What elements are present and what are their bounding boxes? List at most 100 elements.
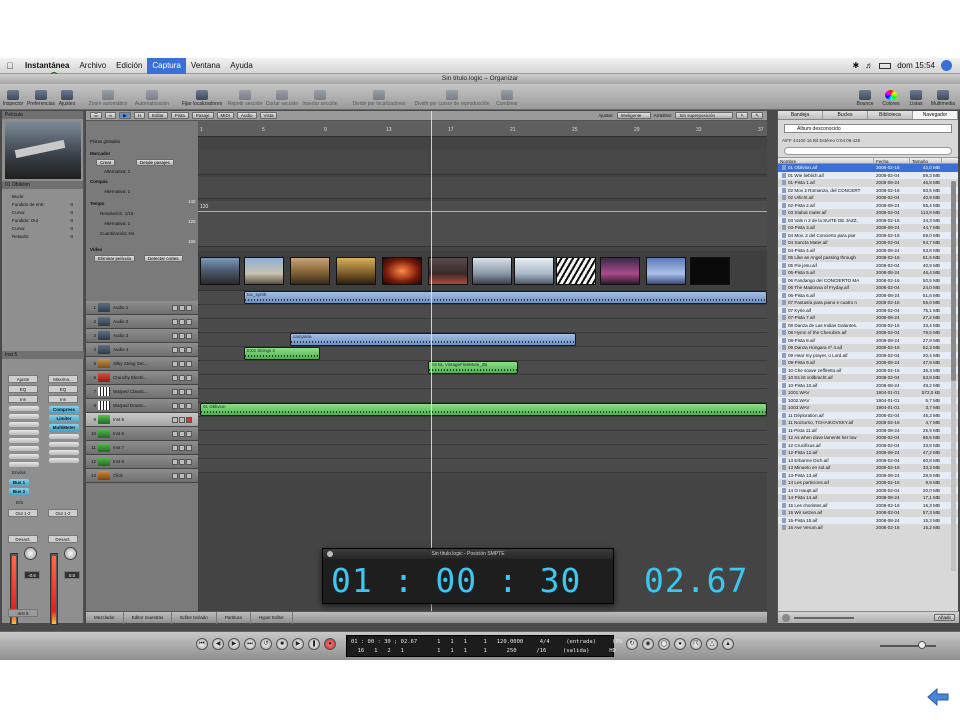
tab-mixer[interactable]: Mezclador (86, 611, 124, 624)
column-size[interactable]: Tamaño (910, 158, 942, 164)
file-row[interactable]: 09-Pista 9.aif 2008-08-24 47,9 MB (778, 359, 958, 367)
spotlight-icon[interactable] (941, 60, 952, 71)
left-strip-eq[interactable]: EQ (8, 385, 38, 393)
menu-vista[interactable]: Vista (259, 112, 278, 119)
file-row[interactable]: 04-Pista 4.aif 2008-08-24 53,8 MB (778, 246, 958, 254)
global-compas-label[interactable]: Compás (86, 179, 108, 184)
tab-bin[interactable]: Bandeja (778, 111, 823, 119)
go-to-start-icon[interactable]: ⏮ (196, 638, 208, 650)
track-row[interactable]: 1 Audio 1 (86, 301, 198, 315)
track-row[interactable]: 8 Warped Downt... (86, 399, 198, 413)
mute-button[interactable] (172, 416, 178, 423)
drag-select[interactable]: Sin superposición (675, 112, 734, 119)
track-row[interactable]: 7 Warped Classic... (86, 385, 198, 399)
file-row[interactable]: 14-Pista 14.aif 2008-08-24 17,1 MB (778, 494, 958, 502)
solo-button[interactable] (179, 332, 185, 339)
toolbar-merge-button[interactable]: Combinar (494, 83, 520, 109)
browser-scrollbar[interactable] (951, 181, 956, 571)
preview-play-icon[interactable] (782, 614, 790, 622)
file-row[interactable]: 13 Erbarme Dich.aif 2008-02-04 60,8 MB (778, 456, 958, 464)
inspector-region-header[interactable]: 01 Oblivion (2, 181, 83, 189)
region-audio[interactable]: toc_synth (244, 291, 767, 304)
metronome-transport-icon[interactable]: △ (706, 638, 718, 650)
solo-button[interactable] (179, 458, 185, 465)
file-row[interactable]: 11 Nocturno, TCHAIKOVSKY.aif 2008-02-16 4,… (778, 419, 958, 427)
file-row[interactable]: 03 Vals n 2 de la SUITE DE JAZZ, 2008-02-… (778, 216, 958, 224)
file-row[interactable]: 04 Sancta Mater.aif 2008-02-04 54,7 MB (778, 239, 958, 247)
file-row[interactable]: 11-Pista 11.aif 2008-08-24 25,9 MB (778, 426, 958, 434)
file-row[interactable]: 08-Pista 8.aif 2008-08-24 27,9 MB (778, 336, 958, 344)
file-row[interactable]: 01 Oblivion.aif 2008-02-16 42,0 MB (778, 164, 958, 172)
video-thumbnail[interactable] (336, 257, 376, 285)
column-name[interactable]: Nombre (778, 158, 874, 164)
file-row[interactable]: 15 Wir setzen.aif 2008-02-04 57,3 MB (778, 509, 958, 517)
plugin-compressor[interactable]: Compress (49, 406, 79, 413)
file-row[interactable]: 13 Minueto en sol.aif 2008-02-16 33,3 MB (778, 464, 958, 472)
file-row[interactable]: 1003.WAV 1904-01-01 3,7 MB (778, 404, 958, 412)
left-insert-slot[interactable] (9, 446, 39, 451)
file-row[interactable]: 05-Pista 5.aif 2008-08-24 46,4 MB (778, 269, 958, 277)
global-video-label[interactable]: Vídeo (86, 247, 102, 252)
toolbar-automation-button[interactable]: Automatización (132, 83, 172, 109)
track-row[interactable]: 10 Inst 6 (86, 427, 198, 441)
mute-button[interactable] (172, 472, 178, 479)
video-thumbnail[interactable] (472, 257, 512, 285)
file-row[interactable]: 02 Mov 2 Romanza, del CONCERT 2008-02-16 5… (778, 186, 958, 194)
param-loop[interactable]: Bucle: (2, 193, 83, 201)
bar-ruler[interactable]: 1 5 9 13 17 21 25 29 33 37 (198, 121, 767, 137)
video-thumbnail[interactable] (290, 257, 330, 285)
lane-audio-3[interactable] (198, 319, 767, 333)
toolbar-preferences-button[interactable]: Preferencias (26, 83, 56, 109)
lane-warped-downtempo[interactable] (198, 389, 767, 403)
inspector-track-header[interactable]: Inst 5 (2, 351, 84, 359)
right-insert-slot[interactable] (49, 450, 79, 455)
menu-editar[interactable]: Editar (147, 112, 168, 119)
file-row[interactable]: 03-Pista 3.aif 2008-08-24 44,7 MB (778, 224, 958, 232)
left-insert-slot[interactable] (9, 454, 39, 459)
region-audio[interactable]: campana (290, 333, 576, 346)
mute-button[interactable] (172, 430, 178, 437)
global-tempo-label[interactable]: Tempo (86, 201, 104, 206)
param-curve-out[interactable]: Curva: 0 (2, 225, 83, 233)
file-row[interactable]: 05 Pie jesu.aif 2008-02-04 40,9 MB (778, 261, 958, 269)
menu-midi[interactable]: MIDI (216, 112, 235, 119)
plugin-multimeter[interactable]: MultiMeter (49, 424, 79, 431)
record-button[interactable] (186, 346, 192, 353)
close-icon[interactable] (327, 551, 333, 557)
record-icon[interactable]: ● (324, 638, 336, 650)
tempo-line[interactable] (198, 211, 767, 212)
stop-icon[interactable]: ■ (276, 638, 288, 650)
left-insert-slot[interactable] (9, 462, 39, 467)
record-button[interactable] (186, 458, 192, 465)
lane-audio-4[interactable]: campana (198, 333, 767, 347)
send-bus2[interactable]: Bus 2 (9, 488, 29, 495)
mute-button[interactable] (172, 332, 178, 339)
column-date[interactable]: Fecha (874, 158, 910, 164)
tempo-lane[interactable]: 120 (198, 201, 767, 247)
solo-button[interactable] (179, 374, 185, 381)
record-button[interactable] (186, 374, 192, 381)
cycle-icon[interactable]: ↻ (626, 638, 638, 650)
detect-cuts-button[interactable]: Detectar cortes (144, 255, 183, 262)
lane-inst-6[interactable] (198, 417, 767, 431)
toolbar-bounce-button[interactable]: Bounce (854, 83, 876, 109)
file-row[interactable]: 13-Pista 13.aif 2008-08-24 28,9 MB (778, 471, 958, 479)
track-row-selected[interactable]: 9 Inst 5 (86, 413, 198, 427)
rewind-icon[interactable]: ◀ (212, 638, 224, 650)
file-row[interactable]: 03 Stabat mater.aif 2008-02-04 113,8 MB (778, 209, 958, 217)
lane-inst-5[interactable]: 01 Oblivion (198, 403, 767, 417)
browser-scroll-thumb[interactable] (951, 181, 956, 381)
toolbar-media-button[interactable]: Multimedia (930, 83, 956, 109)
left-insert-slot[interactable] (9, 430, 39, 435)
marker-create-button[interactable]: Crear (96, 159, 116, 166)
volume-slider[interactable] (794, 617, 854, 619)
region-midi[interactable]: 01 Oblivion (200, 403, 767, 416)
video-thumbnail[interactable] (244, 257, 284, 285)
master-volume-knob[interactable] (918, 641, 926, 649)
video-thumbnail[interactable] (514, 257, 554, 285)
param-fade-in[interactable]: Fundido de entr: 0 (2, 201, 83, 209)
file-row[interactable]: 06 The Madonna of Fryday.aif 2008-02-04 24… (778, 284, 958, 292)
play-icon[interactable]: ▶ (292, 638, 304, 650)
region-midi[interactable]: EXS Strings 2 (244, 347, 320, 360)
global-marker-label[interactable]: Marcador (86, 151, 110, 156)
